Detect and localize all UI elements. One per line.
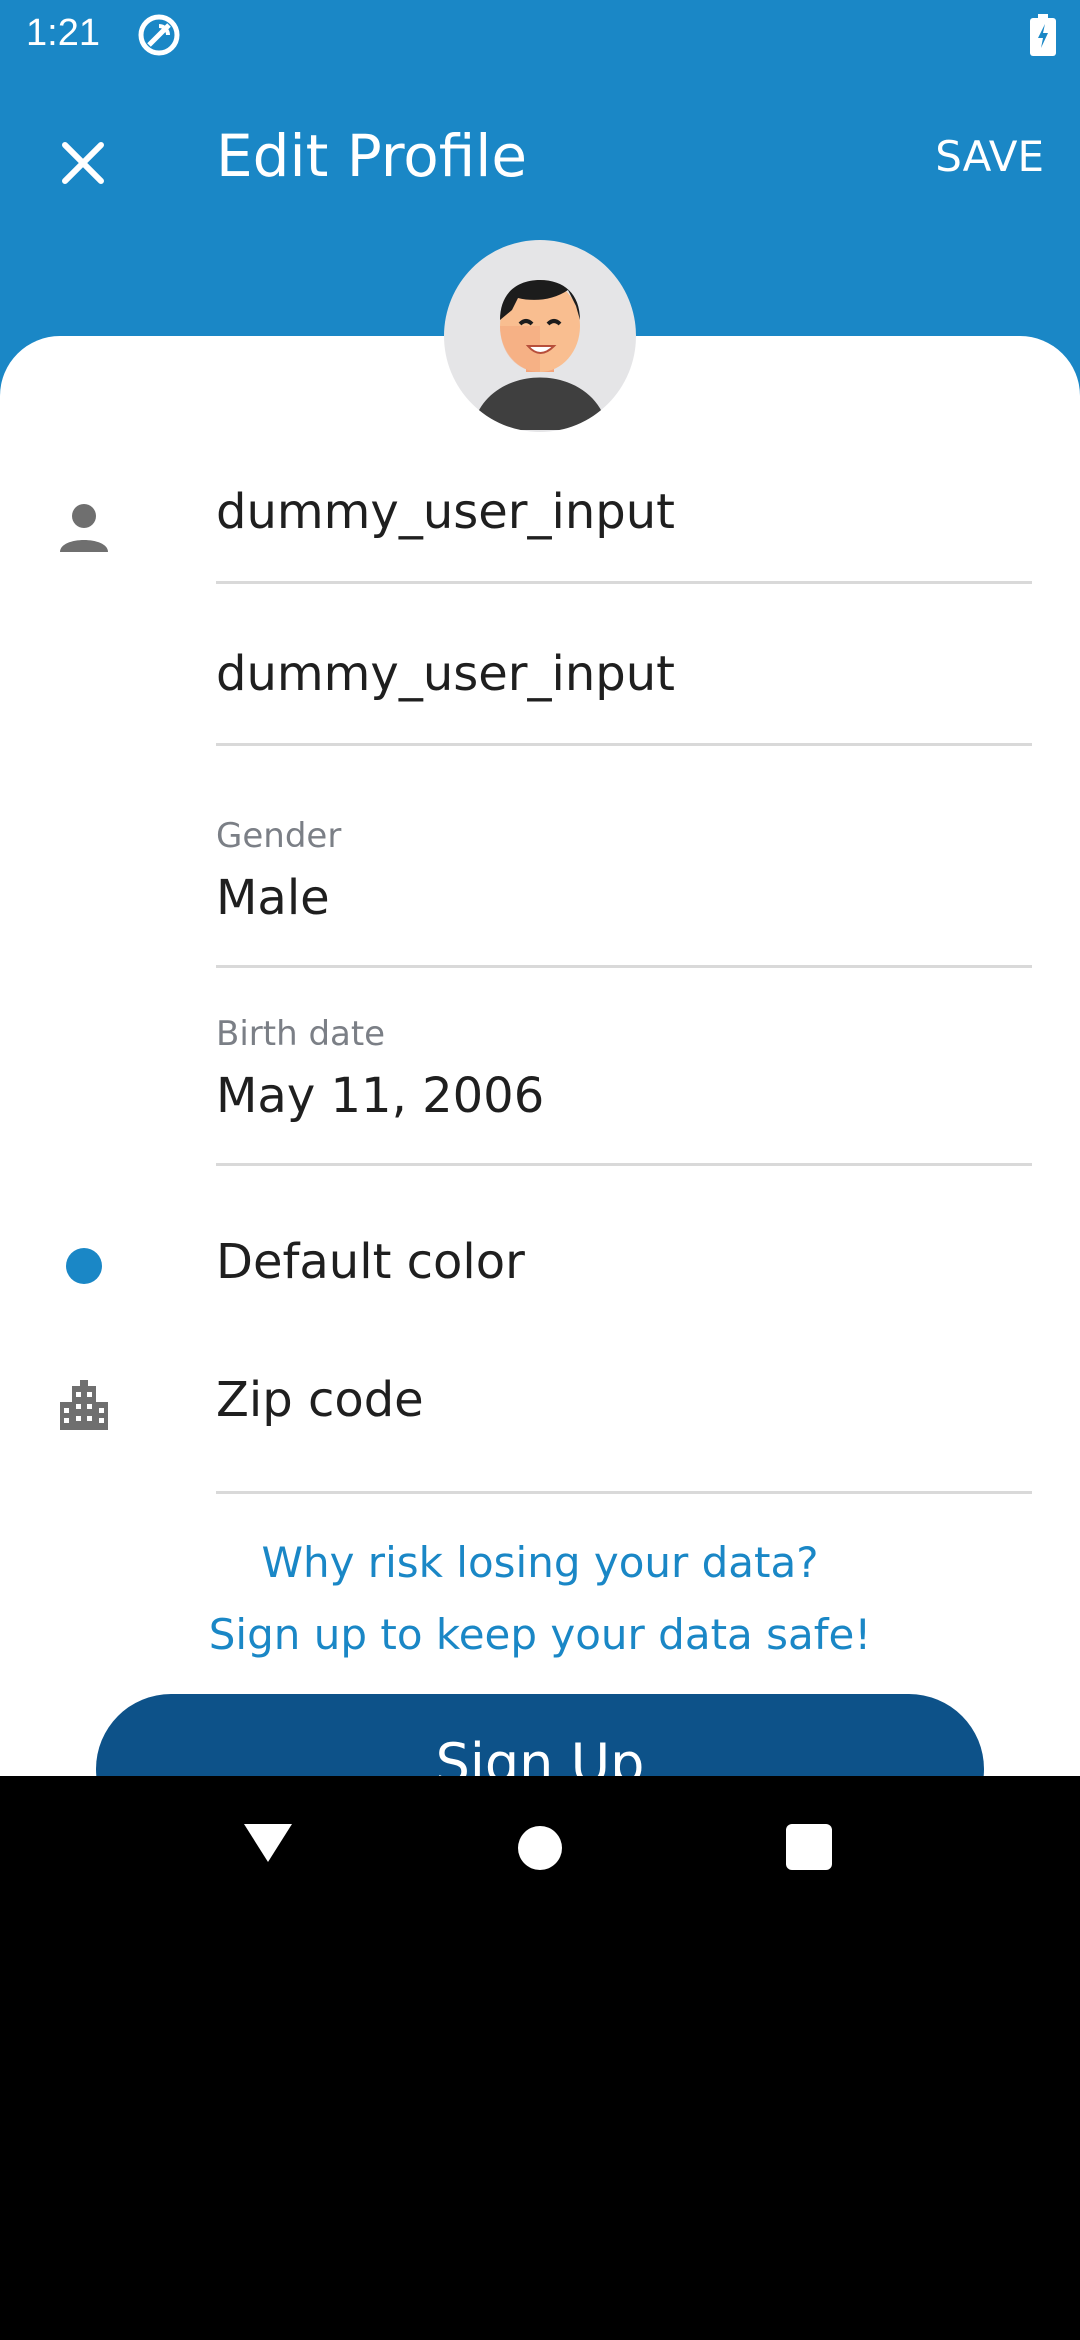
birth-date-label: Birth date xyxy=(216,1014,386,1054)
info-line-1: Why risk losing your data? xyxy=(261,1538,819,1587)
gender-field[interactable]: Gender Male xyxy=(216,816,1032,968)
navigation-bar xyxy=(0,1776,1080,2340)
back-nav-icon[interactable] xyxy=(244,1824,292,1862)
battery-icon xyxy=(1030,14,1056,56)
first-name-field[interactable]: dummy_user_input xyxy=(216,484,1032,584)
gender-value: Male xyxy=(216,870,330,926)
last-name-value: dummy_user_input xyxy=(216,646,675,702)
gender-underline xyxy=(216,965,1032,968)
recents-nav-icon[interactable] xyxy=(786,1824,832,1870)
page-title: Edit Profile xyxy=(216,122,528,190)
zip-code-placeholder: Zip code xyxy=(216,1372,424,1428)
home-nav-icon[interactable] xyxy=(518,1826,562,1870)
first-name-value: dummy_user_input xyxy=(216,484,675,540)
avatar[interactable] xyxy=(444,240,636,432)
avatar-illustration xyxy=(472,280,608,430)
close-icon xyxy=(62,142,104,184)
app-screen: 1:21 Edit Profile SAVE dummy_user_input … xyxy=(0,0,1080,1776)
birth-date-field[interactable]: Birth date May 11, 2006 xyxy=(216,1014,1032,1166)
default-color-row[interactable]: Default color xyxy=(216,1234,1032,1314)
close-button[interactable] xyxy=(44,124,122,202)
person-icon xyxy=(60,504,108,552)
sync-status-icon xyxy=(138,14,180,56)
zip-code-underline xyxy=(216,1491,1032,1494)
status-time: 1:21 xyxy=(26,12,100,54)
profile-form-card: dummy_user_input dummy_user_input Gender… xyxy=(0,336,1080,1776)
save-button[interactable]: SAVE xyxy=(935,132,1044,181)
default-color-label: Default color xyxy=(216,1234,525,1290)
info-line-2: Sign up to keep your data safe! xyxy=(208,1610,872,1659)
birth-date-underline xyxy=(216,1163,1032,1166)
toolbar: Edit Profile SAVE xyxy=(0,72,1080,240)
city-icon xyxy=(60,1380,108,1430)
status-bar: 1:21 xyxy=(0,0,1080,72)
zip-code-field[interactable]: Zip code xyxy=(216,1372,1032,1494)
last-name-field[interactable]: dummy_user_input xyxy=(216,646,1032,746)
birth-date-value: May 11, 2006 xyxy=(216,1068,545,1124)
sign-up-button[interactable]: Sign Up xyxy=(96,1694,984,1776)
first-name-underline xyxy=(216,581,1032,584)
gender-label: Gender xyxy=(216,816,342,856)
last-name-underline xyxy=(216,743,1032,746)
color-dot-icon xyxy=(66,1248,102,1284)
